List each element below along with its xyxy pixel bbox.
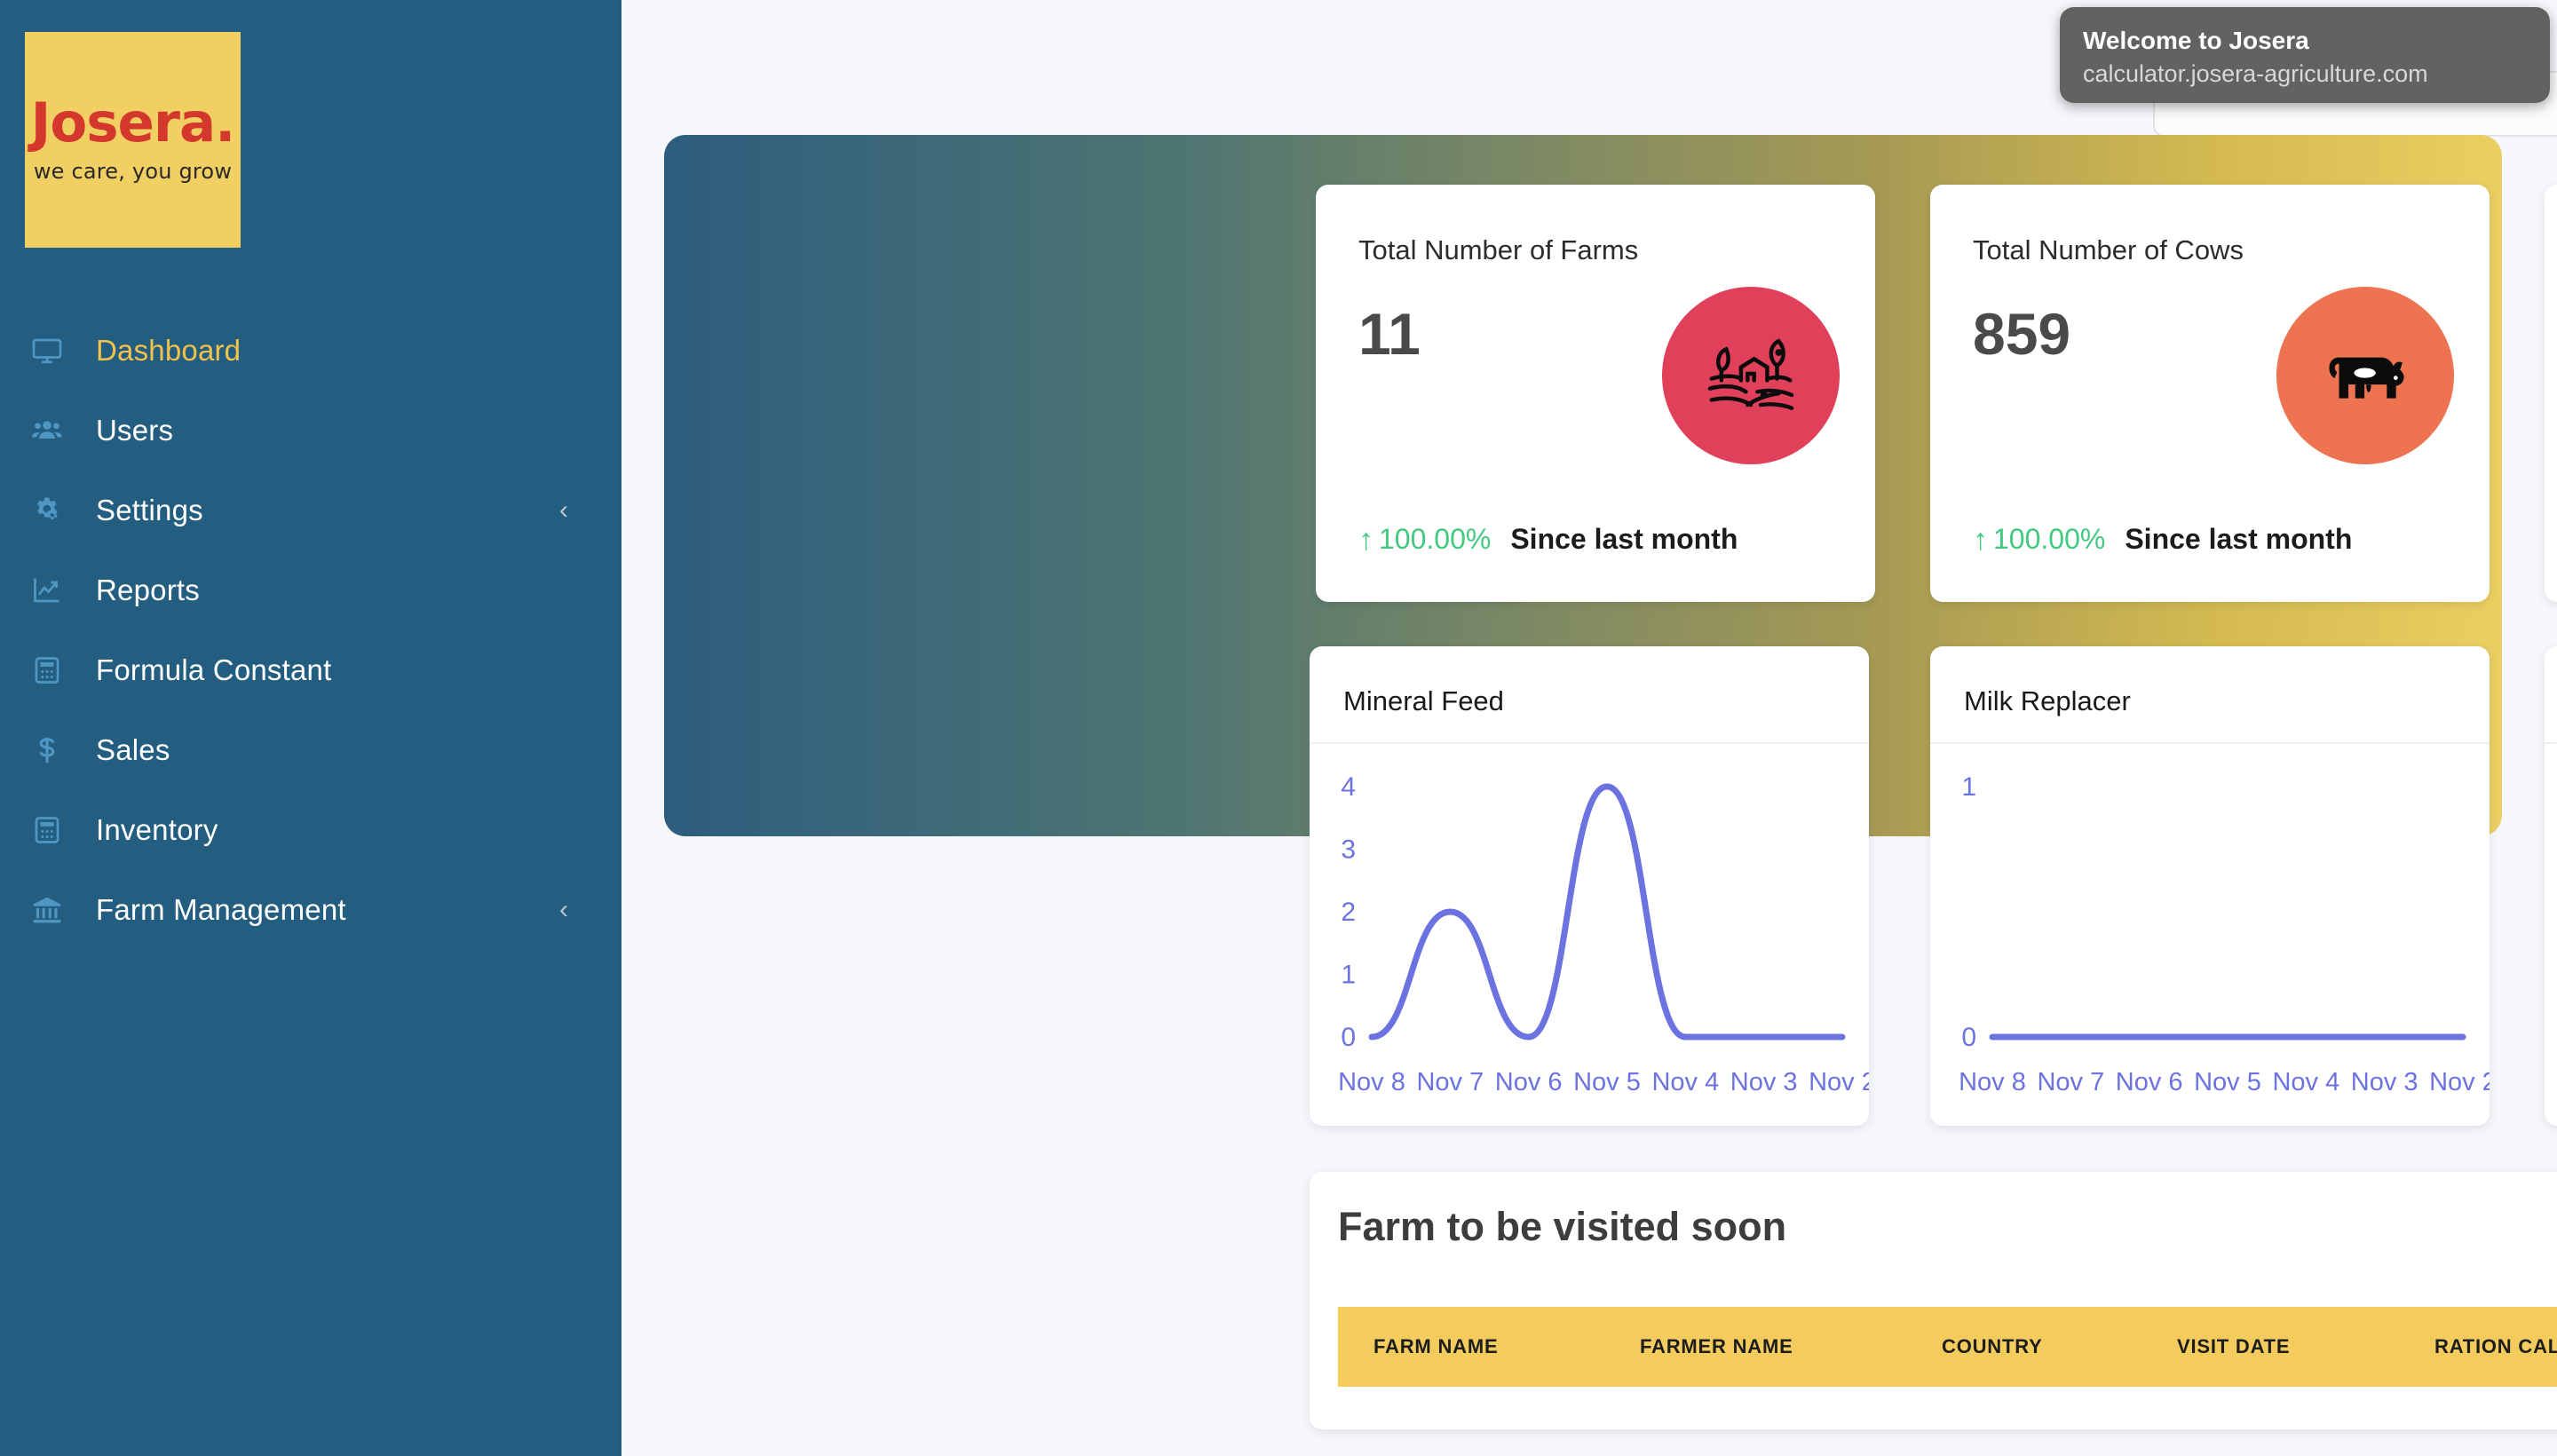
calculator-icon xyxy=(21,654,73,686)
chart-card-milk-replacer: Milk Replacer 0 1 Nov 8 Nov 7 Nov 6 Nov 5 Nov … xyxy=(1930,646,2490,1126)
notification-title: Welcome to Josera xyxy=(2083,27,2309,54)
main-content: Total Number of Farms 11 ↑ 100.00% Since… xyxy=(621,0,2557,1456)
cow-icon-badge xyxy=(2276,287,2454,464)
x-axis-tick: Nov 4 xyxy=(2272,1068,2339,1096)
notification-subtitle: calculator.josera-agriculture.com xyxy=(2083,60,2428,87)
sidebar: Josera. we care, you grow Dashboard User… xyxy=(0,0,621,1456)
stat-delta: ↑ 100.00% Since last month xyxy=(1358,523,1738,556)
sidebar-item-label: Formula Constant xyxy=(96,653,332,686)
sidebar-item-label: Users xyxy=(96,414,174,447)
chevron-left-icon[interactable]: ‹ xyxy=(559,897,568,923)
stat-delta: ↑ 100.00% Since last month xyxy=(1973,523,2352,556)
y-axis-tick: 1 xyxy=(1341,961,1356,990)
sidebar-item-label: Dashboard xyxy=(96,334,241,367)
logo-wordmark: Josera. xyxy=(30,91,236,154)
app-root: Josera. we care, you grow Dashboard User… xyxy=(0,0,2557,1456)
sidebar-item-users[interactable]: Users xyxy=(0,391,621,471)
chart-line-icon xyxy=(21,574,73,606)
sidebar-item-dashboard[interactable]: Dashboard xyxy=(0,311,621,391)
sidebar-item-label: Farm Management xyxy=(96,893,346,926)
x-axis-tick: Nov 5 xyxy=(2194,1068,2261,1096)
y-axis-tick: 2 xyxy=(1341,898,1356,927)
stat-title: Total Number of Cows xyxy=(1973,234,2244,265)
sidebar-item-formula-constant[interactable]: Formula Constant xyxy=(0,630,621,710)
sidebar-item-settings[interactable]: Settings ‹ xyxy=(0,471,621,550)
monitor-icon xyxy=(21,335,73,367)
stat-card-total-cows: Total Number of Cows 859 ↑ 100.00% Since… xyxy=(1930,185,2490,602)
x-axis-tick: Nov 2 xyxy=(2429,1068,2490,1096)
x-axis-tick: Nov 8 xyxy=(1959,1068,2026,1096)
users-icon xyxy=(21,415,73,447)
dollar-icon xyxy=(21,734,73,766)
gears-icon xyxy=(21,495,73,526)
bank-icon xyxy=(21,894,73,926)
chart-title: Milk Replacer xyxy=(1964,685,2131,716)
x-axis-tick: Nov 6 xyxy=(2116,1068,2183,1096)
notification-toast[interactable]: Welcome to Josera calculator.josera-agri… xyxy=(2060,7,2550,103)
stat-delta-pct: 100.00% xyxy=(1379,523,1492,555)
stat-card-total-farms: Total Number of Farms 11 ↑ 100.00% Since… xyxy=(1316,185,1875,602)
sidebar-nav: Dashboard Users Settings ‹ Reports Formu… xyxy=(0,311,621,950)
table-column-header[interactable]: RATION CALCULATION DATE xyxy=(2434,1335,2557,1358)
farms-to-visit-panel: Farm to be visited soon FARM NAME FARMER… xyxy=(1310,1172,2557,1429)
sidebar-item-label: Inventory xyxy=(96,813,218,846)
cows-per-farm-card: Number of Cows per Farm 0-10 11-50 51-10… xyxy=(2545,185,2557,602)
x-axis-tick: Nov 8 xyxy=(1338,1068,1405,1096)
sidebar-item-label: Settings xyxy=(96,494,203,526)
y-axis-tick: 4 xyxy=(1341,772,1356,802)
chart-title: Mineral Feed xyxy=(1343,685,1504,716)
line-chart-silage-inoculants: 01Nov 8Nov 7Nov 6Nov 5Nov 4Nov 3Nov 2 xyxy=(2545,744,2557,1126)
page-title: Farm to be visited soon xyxy=(1338,1204,1787,1249)
y-axis-tick: 0 xyxy=(1341,1023,1356,1052)
x-axis-tick: Nov 7 xyxy=(2037,1068,2104,1096)
table-column-header[interactable]: VISIT DATE xyxy=(2177,1335,2434,1358)
farm-icon-badge xyxy=(1662,287,1840,464)
y-axis-tick: 1 xyxy=(1961,772,1976,802)
x-axis-tick: Nov 6 xyxy=(1495,1068,1563,1096)
logo-tagline: we care, you grow xyxy=(33,159,233,184)
stat-delta-label: Since last month xyxy=(1510,523,1738,555)
y-axis-tick: 0 xyxy=(1961,1023,1976,1052)
table-column-header[interactable]: COUNTRY xyxy=(1942,1335,2177,1358)
x-axis-tick: Nov 4 xyxy=(1651,1068,1719,1096)
chart-card-mineral-feed: Mineral Feed 0 1 2 3 4 Nov 8 Nov 7 Nov 6 Nov 5 No… xyxy=(1310,646,1869,1126)
y-axis-tick: 3 xyxy=(1341,835,1356,865)
chart-card-silage-inoculants: Silage Inoculants 01Nov 8Nov 7Nov 6Nov 5… xyxy=(2545,646,2557,1126)
sidebar-item-label: Reports xyxy=(96,574,200,606)
arrow-up-icon: ↑ xyxy=(1358,522,1373,557)
calculator-icon xyxy=(21,814,73,846)
stat-value: 11 xyxy=(1358,301,1421,367)
arrow-up-icon: ↑ xyxy=(1973,522,1988,557)
stat-value: 859 xyxy=(1973,301,2071,367)
cow-icon xyxy=(2313,321,2418,431)
line-series xyxy=(1368,783,1846,1041)
sidebar-item-label: Sales xyxy=(96,733,170,766)
line-chart-mineral-feed: 0 1 2 3 4 Nov 8 Nov 7 Nov 6 Nov 5 Nov 4 Nov 3 Nov 2 xyxy=(1310,744,1869,1126)
x-axis-tick: Nov 3 xyxy=(2351,1068,2418,1096)
chevron-left-icon[interactable]: ‹ xyxy=(559,497,568,524)
sidebar-item-sales[interactable]: Sales xyxy=(0,710,621,790)
table-column-header[interactable]: FARM NAME xyxy=(1373,1335,1640,1358)
x-axis-tick: Nov 2 xyxy=(1809,1068,1869,1096)
stat-delta-label: Since last month xyxy=(2125,523,2353,555)
sidebar-item-inventory[interactable]: Inventory xyxy=(0,790,621,870)
stat-delta-pct: 100.00% xyxy=(1993,523,2106,555)
sidebar-item-farm-management[interactable]: Farm Management ‹ xyxy=(0,870,621,950)
brand-logo[interactable]: Josera. we care, you grow xyxy=(25,32,241,248)
table-header-row: FARM NAME FARMER NAME COUNTRY VISIT DATE… xyxy=(1338,1307,2557,1387)
table-column-header[interactable]: FARMER NAME xyxy=(1640,1335,1942,1358)
line-chart-milk-replacer: 0 1 Nov 8 Nov 7 Nov 6 Nov 5 Nov 4 Nov 3 Nov 2 xyxy=(1930,744,2490,1126)
x-axis-tick: Nov 7 xyxy=(1416,1068,1484,1096)
x-axis-tick: Nov 3 xyxy=(1730,1068,1798,1096)
stat-title: Total Number of Farms xyxy=(1358,234,1639,265)
sidebar-item-reports[interactable]: Reports xyxy=(0,550,621,630)
x-axis-tick: Nov 5 xyxy=(1573,1068,1641,1096)
farm-icon xyxy=(1698,321,1803,431)
